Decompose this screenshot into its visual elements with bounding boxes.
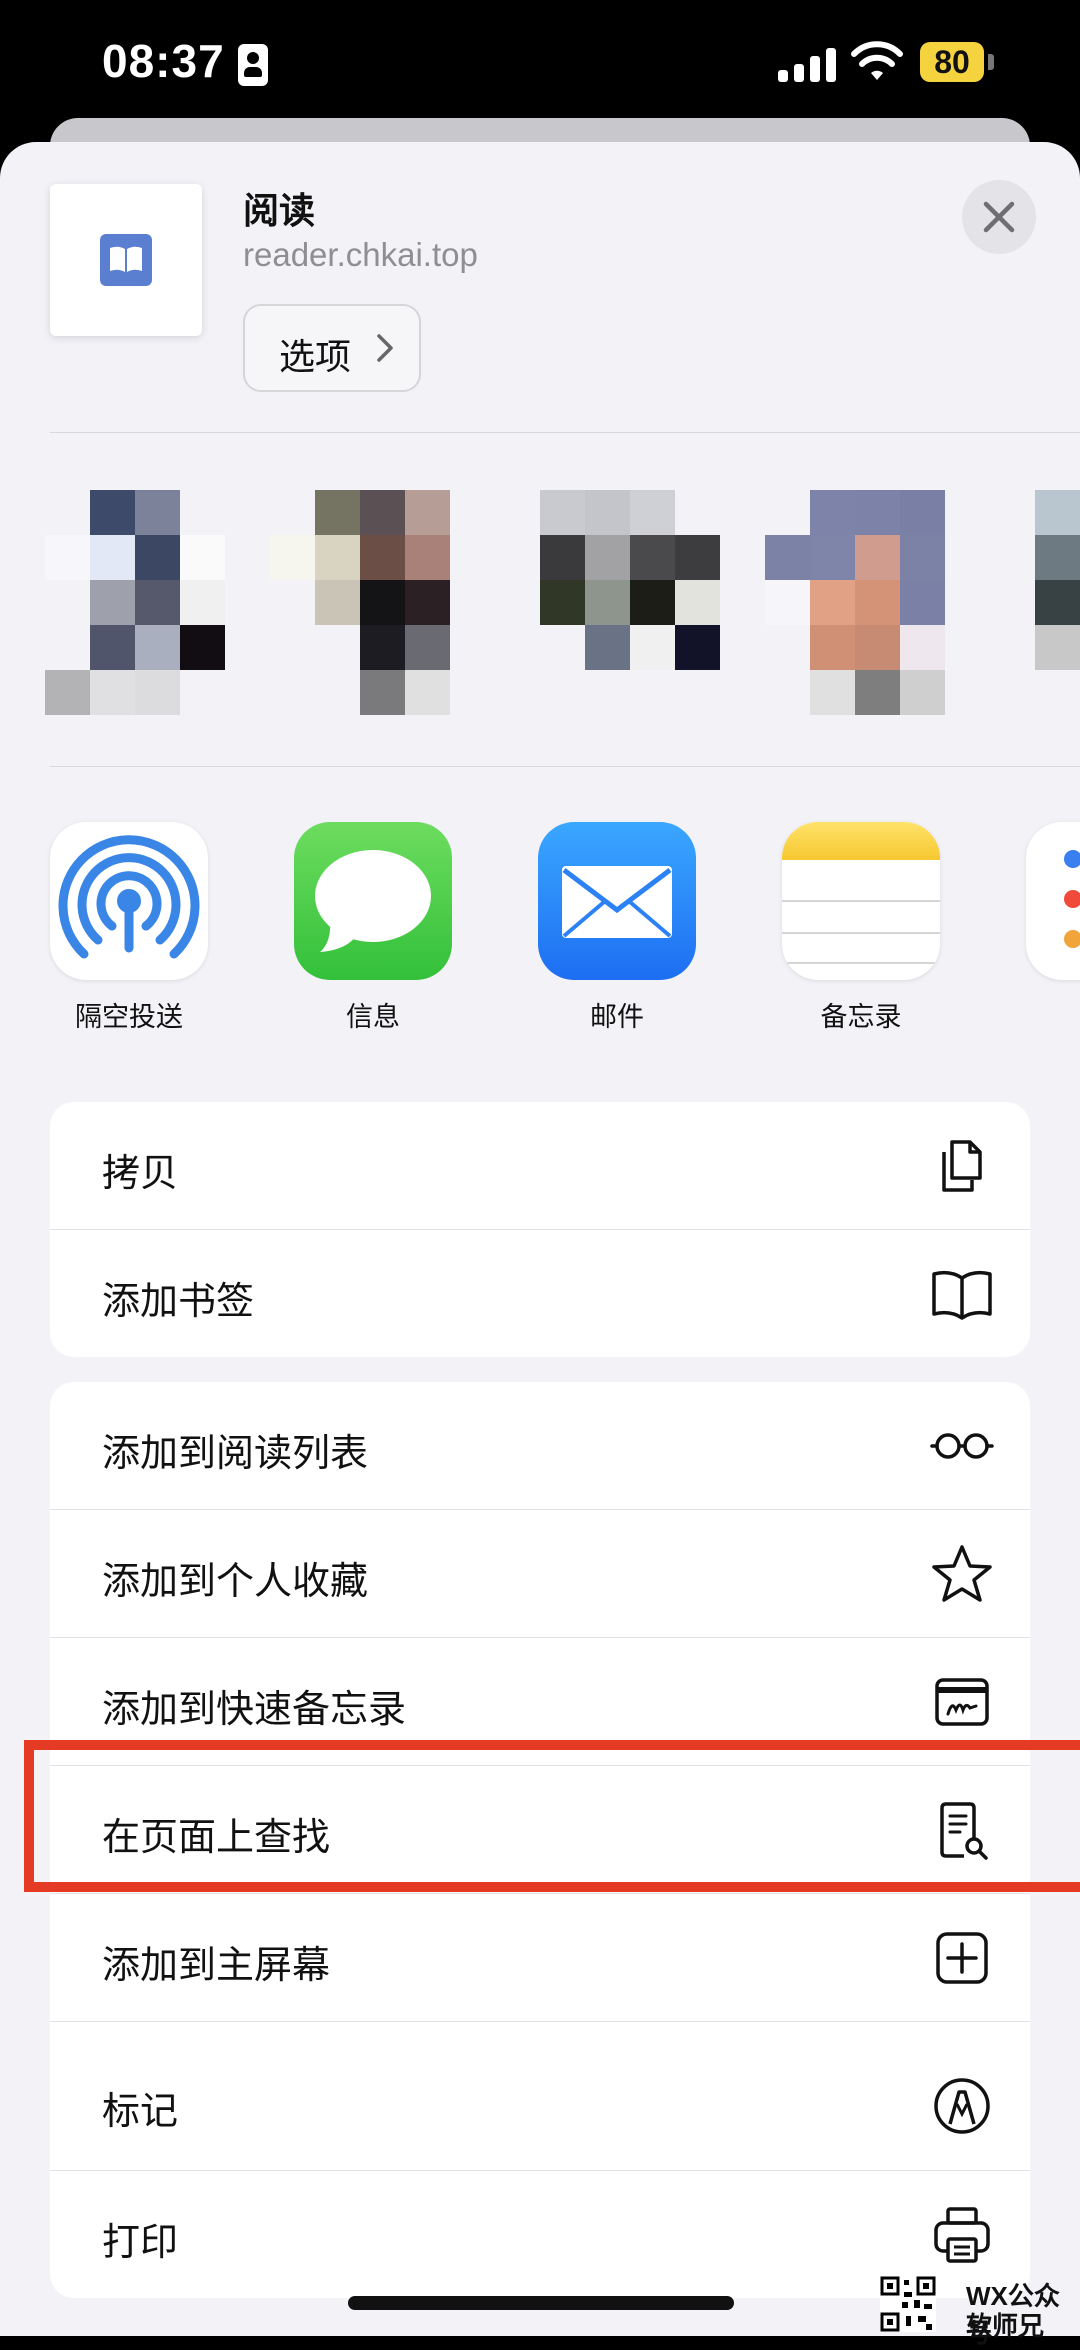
status-time: 08:37	[102, 35, 225, 87]
options-button[interactable]: 选项	[243, 304, 421, 392]
action-label: 添加到个人收藏	[102, 1561, 369, 1603]
home-indicator[interactable]	[348, 2296, 734, 2310]
share-apps-row: 隔空投送 信息 邮件 备忘录	[0, 822, 1080, 1032]
printer-icon	[934, 2207, 990, 2263]
page-thumbnail	[50, 184, 202, 336]
action-add-bookmark[interactable]: 添加书签	[50, 1230, 1030, 1357]
app-label: 邮件	[590, 1002, 644, 1032]
highlight-annotation	[24, 1740, 1080, 1892]
contact-suggestion[interactable]	[45, 490, 270, 730]
app-label: 备忘录	[820, 1002, 902, 1032]
app-label: 提	[1002, 995, 1080, 1034]
app-mail[interactable]: 邮件	[514, 822, 704, 1032]
markup-icon	[934, 2078, 990, 2134]
person-icon	[238, 44, 268, 86]
qr-code-icon	[880, 2276, 936, 2332]
contact-suggestion[interactable]	[270, 490, 495, 730]
action-add-reading-list[interactable]: 添加到阅读列表	[50, 1382, 1030, 1510]
header-divider	[50, 432, 1080, 433]
action-group-primary: 拷贝 添加书签	[50, 1102, 1030, 1357]
close-icon	[983, 201, 1015, 233]
app-label: 信息	[346, 1002, 400, 1032]
page-url: reader.chkai.top	[243, 236, 478, 273]
action-add-home-screen[interactable]: 添加到主屏幕	[50, 1894, 1030, 2022]
chevron-right-icon	[377, 334, 393, 362]
book-icon	[932, 1270, 992, 1320]
action-label: 添加到快速备忘录	[102, 1689, 407, 1731]
watermark: WX公众号 软师兄	[880, 2270, 1080, 2348]
action-label: 添加到阅读列表	[102, 1433, 369, 1475]
notes-icon	[782, 822, 940, 980]
copy-icon	[942, 1140, 982, 1192]
add-square-icon	[936, 1932, 988, 1984]
contact-suggestion[interactable]	[495, 490, 720, 730]
app-notes[interactable]: 备忘录	[758, 822, 948, 1032]
action-label: 打印	[102, 2222, 179, 2264]
app-label: 隔空投送	[75, 1002, 183, 1032]
action-label: 添加到主屏幕	[102, 1945, 331, 1987]
mail-icon	[538, 822, 696, 980]
reminders-icon	[1026, 822, 1080, 980]
contact-suggestion[interactable]	[720, 490, 945, 730]
battery-indicator: 80	[920, 42, 984, 82]
glasses-icon	[930, 1433, 994, 1459]
contacts-divider	[50, 766, 1080, 767]
action-add-favorites[interactable]: 添加到个人收藏	[50, 1510, 1030, 1638]
app-reminders[interactable]: 提	[1002, 822, 1080, 1022]
action-markup[interactable]: 标记	[50, 2022, 1030, 2171]
contact-suggestion[interactable]	[1035, 490, 1080, 730]
cellular-signal-icon	[778, 46, 840, 82]
action-label: 标记	[102, 2091, 179, 2133]
app-airdrop[interactable]: 隔空投送	[26, 822, 216, 1032]
options-label: 选项	[279, 336, 352, 377]
wifi-icon	[851, 41, 903, 80]
action-label: 拷贝	[102, 1153, 179, 1195]
action-copy[interactable]: 拷贝	[50, 1102, 1030, 1230]
battery-tip	[988, 54, 994, 70]
quick-note-icon	[935, 1678, 989, 1726]
airdrop-icon	[50, 822, 208, 980]
star-icon	[932, 1545, 992, 1602]
watermark-text: 软师兄	[966, 2311, 1045, 2341]
action-label: 添加书签	[102, 1281, 255, 1323]
app-messages[interactable]: 信息	[270, 822, 460, 1032]
messages-icon	[294, 822, 452, 980]
close-button[interactable]	[962, 180, 1036, 254]
status-bar: 08:37 80	[0, 0, 1080, 130]
page-title: 阅读	[243, 190, 316, 231]
reader-logo-icon	[100, 234, 152, 286]
share-sheet: 阅读 reader.chkai.top 选项 隔空投送 信息 邮件 备忘录 拷贝…	[0, 142, 1080, 2336]
